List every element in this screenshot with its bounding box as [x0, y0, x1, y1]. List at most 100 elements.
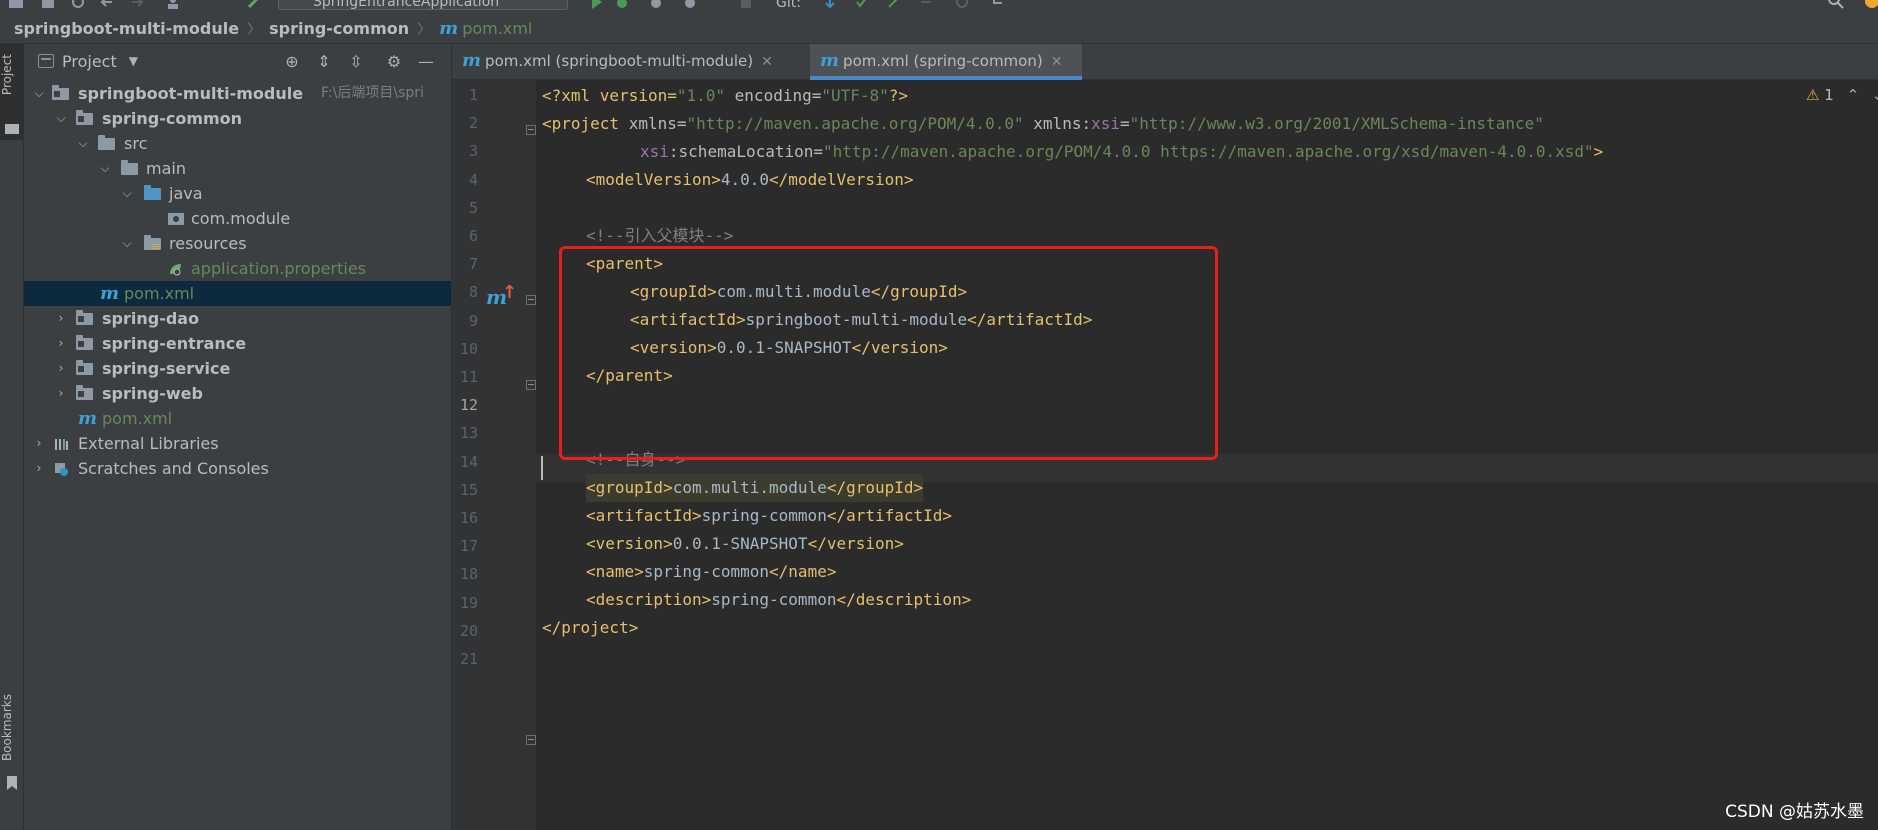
maven-icon: m — [100, 283, 120, 304]
main-toolbar: SpringEntranceApplication Git: — [0, 0, 1878, 14]
chevron-right-icon[interactable]: › — [54, 356, 68, 381]
chevron-down-icon[interactable]: ⌵ — [98, 156, 112, 181]
tab-pom-spring-common[interactable]: m pom.xml (spring-common) ✕ — [810, 44, 1082, 80]
fold-marker-icon[interactable] — [526, 295, 536, 305]
close-icon[interactable]: ✕ — [761, 54, 773, 70]
chevron-down-icon[interactable]: ⌵ — [54, 106, 68, 131]
locate-file-icon[interactable]: ⊕ — [282, 52, 302, 72]
tab-pom-root[interactable]: m pom.xml (springboot-multi-module) ✕ — [452, 44, 810, 80]
debug-icon[interactable] — [614, 0, 630, 8]
tree-item-spring-web[interactable]: › spring-web — [24, 381, 451, 406]
xml-tag: <groupId> — [586, 478, 673, 497]
chevron-right-icon[interactable]: › — [54, 306, 68, 331]
inspection-widget[interactable]: ⚠ 1 ⌃ ⌄ — [1806, 86, 1878, 104]
warning-icon: ⚠ — [1806, 86, 1820, 104]
tree-item-spring-service[interactable]: › spring-service — [24, 356, 451, 381]
chevron-down-icon[interactable]: ⌄ — [1872, 86, 1878, 104]
git-pull-icon[interactable] — [918, 0, 934, 8]
tree-item-src[interactable]: ⌵ src — [24, 131, 451, 156]
collapse-all-icon[interactable]: ⇳ — [346, 52, 366, 72]
profile-icon[interactable] — [682, 0, 698, 8]
tree-item-root-project[interactable]: ⌵ springboot-multi-module F:\后端项目\spri — [24, 81, 451, 106]
bookmarks-tool-tab[interactable]: Bookmarks — [0, 694, 24, 794]
fold-marker-icon[interactable] — [526, 380, 536, 390]
xml-tag: <groupId> — [630, 282, 717, 301]
chevron-right-icon[interactable]: › — [54, 331, 68, 356]
git-update-icon[interactable] — [822, 0, 838, 9]
code-line-6-comment: <!--引入父模块--> — [586, 226, 734, 245]
git-push-icon[interactable] — [886, 0, 902, 8]
warning-count: 1 — [1824, 86, 1834, 104]
tree-item-application-properties[interactable]: application.properties — [24, 256, 451, 281]
tree-label: pom.xml — [102, 409, 173, 428]
hide-panel-icon[interactable]: — — [416, 52, 436, 72]
project-tool-tab[interactable]: Project — [0, 44, 24, 140]
arrow-up-icon[interactable]: ↑ — [502, 282, 517, 303]
tree-label: src — [124, 134, 148, 153]
tree-item-main[interactable]: ⌵ main — [24, 156, 451, 181]
breadcrumb-item-module[interactable]: spring-common — [269, 19, 409, 38]
tree-item-spring-dao[interactable]: › spring-dao — [24, 306, 451, 331]
tree-item-pom-xml-selected[interactable]: m pom.xml — [24, 281, 451, 306]
build-hammer-icon[interactable] — [246, 0, 262, 9]
module-folder-icon — [76, 310, 93, 325]
open-folder-icon[interactable] — [8, 0, 24, 8]
expand-all-icon[interactable]: ⇕ — [314, 52, 334, 72]
tree-item-scratches[interactable]: › Scratches and Consoles — [24, 456, 451, 481]
chevron-right-icon[interactable]: › — [32, 431, 46, 456]
search-icon[interactable] — [1828, 0, 1844, 9]
xml-tag: <description> — [586, 590, 712, 609]
fold-marker-icon[interactable] — [526, 125, 536, 135]
chevron-right-icon[interactable]: › — [54, 381, 68, 406]
user-icon[interactable] — [165, 0, 181, 9]
rollback-icon[interactable] — [990, 0, 1006, 8]
chevron-down-icon[interactable]: ⌵ — [120, 231, 134, 256]
code-line-19: <description>spring-common</description> — [586, 586, 971, 614]
forward-icon[interactable] — [130, 0, 146, 8]
tree-item-external-libraries[interactable]: › External Libraries — [24, 431, 451, 456]
sync-icon[interactable] — [70, 0, 86, 8]
xml-tag: </version> — [807, 534, 904, 553]
breadcrumb-item-file[interactable]: pom.xml — [462, 19, 532, 38]
tree-item-spring-common[interactable]: ⌵ spring-common — [24, 106, 451, 131]
tree-item-root-pom-xml[interactable]: m pom.xml — [24, 406, 451, 431]
tree-item-resources[interactable]: ⌵ resources — [24, 231, 451, 256]
chevron-down-icon[interactable]: ▼ — [129, 54, 138, 68]
chevron-up-icon[interactable]: ⌃ — [1847, 86, 1860, 104]
run-icon[interactable] — [588, 0, 604, 9]
xml-tag: </version> — [851, 338, 948, 357]
chevron-down-icon[interactable]: ⌵ — [76, 131, 90, 156]
ide-update-icon[interactable] — [1862, 0, 1878, 8]
stop-icon[interactable] — [738, 0, 754, 8]
maven-icon: m — [820, 50, 840, 71]
code-editor[interactable]: 1 2 3 4 5 6 7 8 9 10 11 12 13 14 15 16 17 18 19 20 21 m ↑ <?… — [452, 80, 1878, 830]
tree-label: java — [169, 184, 203, 203]
gear-icon[interactable]: ⚙ — [384, 52, 404, 72]
line-number: 21 — [459, 650, 478, 668]
coverage-icon[interactable] — [648, 0, 664, 8]
tree-item-package[interactable]: com.module — [24, 206, 451, 231]
save-icon[interactable] — [40, 0, 56, 8]
chevron-down-icon[interactable]: ⌵ — [32, 81, 46, 106]
tree-label: spring-entrance — [102, 334, 247, 353]
tree-item-java[interactable]: ⌵ java — [24, 181, 451, 206]
fold-marker-icon[interactable] — [526, 735, 536, 745]
run-configuration-selector[interactable]: SpringEntranceApplication — [278, 0, 568, 10]
git-label: Git: — [776, 0, 801, 11]
back-icon[interactable] — [100, 0, 116, 8]
line-number: 5 — [468, 198, 478, 217]
line-number: 15 — [459, 480, 478, 499]
attr-eq: = — [1120, 114, 1130, 133]
breadcrumb-item-project[interactable]: springboot-multi-module — [14, 19, 239, 38]
chevron-right-icon[interactable]: › — [32, 456, 46, 481]
project-panel-title[interactable]: Project — [62, 52, 117, 71]
source-folder-icon — [144, 185, 161, 200]
close-icon[interactable]: ✕ — [1051, 54, 1063, 70]
line-number: 4 — [468, 170, 478, 189]
tree-item-spring-entrance[interactable]: › spring-entrance — [24, 331, 451, 356]
spring-properties-icon — [170, 264, 181, 276]
tree-label: spring-service — [102, 359, 231, 378]
chevron-down-icon[interactable]: ⌵ — [120, 181, 134, 206]
git-commit-icon[interactable] — [854, 0, 870, 8]
history-icon[interactable] — [954, 0, 970, 8]
